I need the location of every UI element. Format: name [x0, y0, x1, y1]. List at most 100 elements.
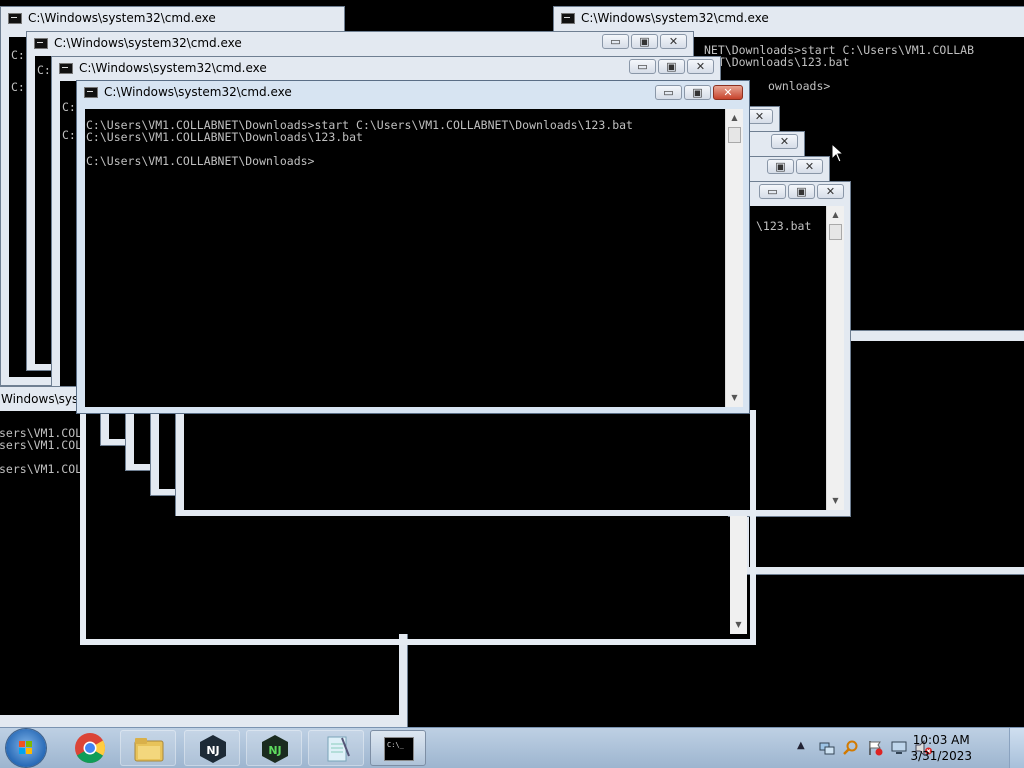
maximize-button[interactable]: ▣ [658, 59, 685, 74]
maximize-icon: ▣ [639, 35, 650, 48]
minimize-icon: ▭ [610, 35, 621, 48]
clock-date: 3/31/2023 [910, 749, 972, 763]
console-line: C: [11, 48, 25, 62]
scrollbar[interactable]: ▼ [730, 516, 747, 634]
minimize-button[interactable]: ▭ [655, 85, 682, 100]
clock-time: 10:03 AM [912, 733, 970, 747]
close-button[interactable]: ✕ [687, 59, 714, 74]
taskbar-explorer[interactable] [120, 730, 176, 766]
flag-icon[interactable] [867, 740, 883, 756]
titlebar[interactable]: C:\Windows\system32\cmd.exe [554, 7, 1024, 31]
taskbar-ninjatrader-2[interactable]: NJ [246, 730, 302, 766]
maximize-button[interactable]: ▣ [767, 159, 794, 174]
console-line: \123.bat [756, 219, 812, 233]
svg-text:C:\_: C:\_ [387, 741, 405, 749]
console-line: sers\VM1.COL [0, 462, 83, 476]
window-controls: ▣ ✕ [767, 159, 823, 176]
show-desktop-button[interactable] [1009, 728, 1024, 768]
minimize-button[interactable]: ▭ [759, 184, 786, 199]
close-icon: ✕ [695, 60, 706, 73]
maximize-icon: ▣ [775, 160, 786, 173]
console-line: C: [11, 80, 25, 94]
window-title: C:\Windows\system32\cmd.exe [104, 85, 292, 99]
cmd-icon: C:\_ [384, 737, 414, 761]
network-icon[interactable] [819, 740, 835, 756]
window-controls: ✕ [771, 134, 798, 151]
console-line: C: [37, 63, 51, 77]
close-button[interactable]: ✕ [771, 134, 798, 149]
window-controls: ▭ ▣ ✕ [602, 34, 687, 51]
close-icon: ✕ [668, 35, 679, 48]
scroll-thumb[interactable] [829, 224, 842, 240]
minimize-icon: ▭ [637, 60, 648, 73]
cmd-icon [8, 13, 22, 24]
svg-text:NJ: NJ [268, 744, 281, 757]
scroll-down-arrow-icon[interactable]: ▼ [726, 391, 743, 405]
close-button[interactable]: ✕ [796, 159, 823, 174]
close-button[interactable]: ✕ [746, 109, 773, 124]
console-line: C:\Users\VM1.COLLABNET\Downloads\123.bat [86, 130, 363, 144]
maximize-icon: ▣ [666, 60, 677, 73]
taskbar-clock[interactable]: 10:03 AM 3/31/2023 [910, 732, 972, 764]
close-button[interactable]: ✕ [817, 184, 844, 199]
chrome-icon [75, 733, 106, 764]
minimize-button[interactable]: ▭ [602, 34, 629, 49]
console-line: C: [62, 128, 76, 142]
taskbar-chrome[interactable] [62, 730, 118, 766]
scroll-down-arrow-icon[interactable]: ▼ [827, 494, 844, 508]
cmd-icon [84, 87, 98, 98]
cmd-window-active[interactable]: C:\Windows\system32\cmd.exe ▭ ▣ ✕ C:\Use… [76, 80, 750, 414]
titlebar[interactable]: C:\Windows\system32\cmd.exe ▭ ▣ ✕ [52, 57, 720, 81]
close-icon: ✕ [825, 185, 836, 198]
console-line: C: [62, 100, 76, 114]
search-icon[interactable] [843, 740, 859, 756]
maximize-button[interactable]: ▣ [631, 34, 658, 49]
maximize-button[interactable]: ▣ [684, 85, 711, 100]
taskbar-notepad[interactable] [308, 730, 364, 766]
mouse-cursor-icon [831, 143, 845, 163]
scroll-thumb[interactable] [728, 127, 741, 143]
close-icon: ✕ [723, 86, 733, 99]
folder-icon [134, 738, 164, 762]
scrollbar[interactable]: ▲ ▼ [826, 206, 844, 510]
notepad-icon [327, 736, 350, 762]
ninjatrader-icon: NJ [262, 735, 288, 763]
window-title: C:\Windows\system32\cmd.exe [54, 36, 242, 50]
titlebar[interactable]: C:\Windows\system32\cmd.exe ▭ ▣ ✕ [27, 32, 693, 56]
window-controls: ▭ ▣ ✕ [655, 85, 743, 102]
close-icon: ✕ [779, 135, 790, 148]
window-title: C:\Windows\system32\cmd.exe [79, 61, 267, 75]
titlebar[interactable]: C:\Windows\system32\cmd.exe ▭ ▣ ✕ [77, 81, 749, 105]
cmd-icon [561, 13, 575, 24]
console-line: sers\VM1.COL [0, 438, 83, 452]
svg-text:NJ: NJ [206, 744, 219, 757]
close-button[interactable]: ✕ [713, 85, 743, 100]
scroll-up-arrow-icon[interactable]: ▲ [726, 111, 743, 125]
monitor-icon[interactable] [891, 740, 907, 756]
minimize-button[interactable]: ▭ [629, 59, 656, 74]
start-button[interactable] [6, 729, 46, 767]
show-hidden-icons-icon[interactable]: ▲ [797, 740, 805, 751]
cmd-icon [34, 38, 48, 49]
scroll-down-arrow-icon[interactable]: ▼ [730, 618, 747, 632]
taskbar-cmd[interactable]: C:\_ [370, 730, 426, 766]
maximize-button[interactable]: ▣ [788, 184, 815, 199]
scroll-up-arrow-icon[interactable]: ▲ [827, 208, 844, 222]
window-controls: ▭ ▣ ✕ [629, 59, 714, 76]
console-line: C:\Users\VM1.COLLABNET\Downloads> [86, 154, 315, 168]
minimize-icon: ▭ [767, 185, 778, 198]
maximize-icon: ▣ [692, 86, 703, 99]
taskbar-ninjatrader-1[interactable]: NJ [184, 730, 240, 766]
minimize-icon: ▭ [663, 86, 674, 99]
titlebar[interactable]: C:\Windows\system32\cmd.exe [1, 7, 344, 31]
close-icon: ✕ [754, 110, 765, 123]
console-output[interactable]: C:\Users\VM1.COLLABNET\Downloads>start C… [85, 109, 725, 407]
scrollbar[interactable]: ▲ ▼ [725, 109, 743, 407]
cmd-icon [59, 63, 73, 74]
close-icon: ✕ [804, 160, 815, 173]
close-button[interactable]: ✕ [660, 34, 687, 49]
windows-logo-icon [19, 741, 33, 755]
console-output [88, 516, 728, 634]
ninjatrader-icon: NJ [200, 735, 226, 763]
window-controls: ✕ [746, 109, 773, 126]
